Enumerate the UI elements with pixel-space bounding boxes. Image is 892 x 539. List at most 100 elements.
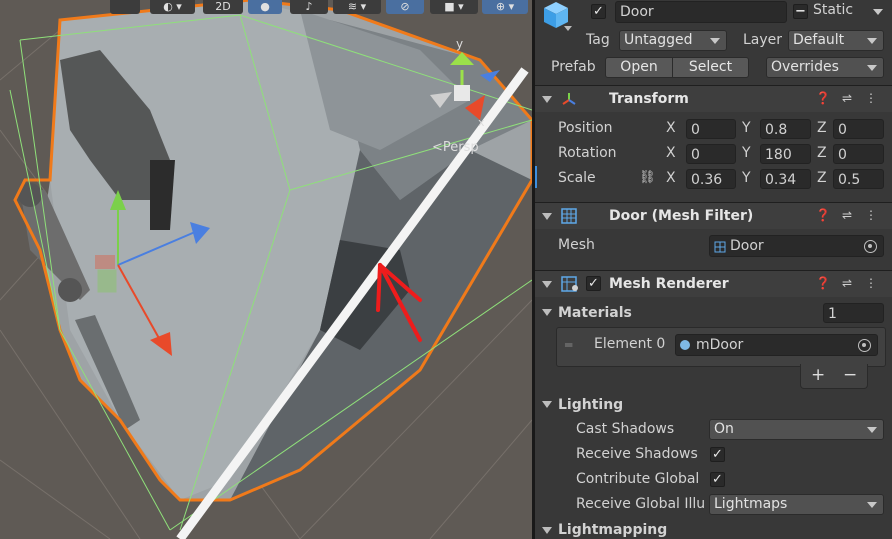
scene-view[interactable]: ◐ ▾ 2D ● ♪ ≋ ▾ ⊘ ■ ▾ ⊕ ▾ <Persp y x: [0, 0, 532, 539]
layer-dropdown[interactable]: Default: [788, 30, 884, 51]
icon-dropdown-icon[interactable]: [564, 26, 572, 31]
active-checkbox[interactable]: ✓: [591, 4, 606, 19]
eye-off-icon: ⊘: [400, 0, 410, 13]
transform-header[interactable]: Transform ❓ ⇌ ⋮: [535, 85, 892, 112]
lightmapping-foldout-icon[interactable]: [542, 527, 552, 534]
contribute-gi-checkbox[interactable]: ✓: [710, 472, 725, 487]
gizmo-toggle-button[interactable]: [110, 0, 140, 14]
object-name-field[interactable]: Door: [615, 1, 787, 23]
camera-settings-button[interactable]: ■ ▾: [430, 0, 478, 14]
chevron-down-icon: [867, 427, 877, 433]
presets-icon[interactable]: ⇌: [835, 276, 859, 290]
chevron-down-icon: [710, 38, 720, 44]
scale-z-field[interactable]: 0.5: [833, 169, 884, 189]
mesh-filter-title: Door (Mesh Filter): [609, 208, 754, 224]
prefab-select-button[interactable]: Select: [672, 57, 749, 78]
scale-y-field[interactable]: 0.34: [760, 169, 811, 189]
chevron-down-icon: [867, 502, 877, 508]
transform-title: Transform: [609, 91, 689, 107]
help-icon[interactable]: ❓: [811, 276, 835, 290]
object-picker-icon[interactable]: [858, 339, 871, 352]
list-footer: + −: [800, 364, 868, 389]
mesh-filter-header[interactable]: Door (Mesh Filter) ❓ ⇌ ⋮: [535, 202, 892, 229]
foldout-arrow-icon[interactable]: [542, 281, 552, 288]
rotation-y-field[interactable]: 180: [760, 144, 811, 164]
help-icon[interactable]: ❓: [811, 91, 835, 105]
static-checkbox[interactable]: −: [793, 4, 808, 19]
position-y-field[interactable]: 0.8: [760, 119, 811, 139]
mesh-renderer-header[interactable]: ✓ Mesh Renderer ❓ ⇌ ⋮: [535, 270, 892, 297]
drag-handle-icon[interactable]: ═: [565, 338, 572, 352]
position-z-field[interactable]: 0: [833, 119, 884, 139]
mesh-object-field[interactable]: Door: [709, 235, 884, 257]
globe-icon: ⊕ ▾: [495, 0, 515, 13]
audio-mute-icon: ♪: [305, 0, 313, 13]
2d-mode-button[interactable]: 2D: [203, 0, 243, 14]
scale-x-field[interactable]: 0.36: [686, 169, 736, 189]
context-menu-icon[interactable]: ⋮: [859, 208, 883, 222]
x-axis-label[interactable]: X: [666, 170, 676, 186]
constrain-proportions-icon[interactable]: ⛓: [639, 170, 656, 185]
lighting-foldout-icon[interactable]: [542, 401, 552, 408]
cast-shadows-label: Cast Shadows: [576, 421, 675, 437]
projection-label[interactable]: <Persp: [432, 140, 479, 155]
chevron-down-icon: [867, 65, 877, 71]
context-menu-icon[interactable]: ⋮: [859, 91, 883, 105]
cast-shadows-dropdown[interactable]: On: [709, 419, 884, 440]
cast-shadows-value: On: [714, 421, 734, 437]
material-object-field[interactable]: mDoor: [675, 334, 878, 356]
mesh-label: Mesh: [558, 237, 595, 253]
chevron-down-icon: [867, 38, 877, 44]
rotation-x-field[interactable]: 0: [686, 144, 736, 164]
z-axis-label[interactable]: Z: [817, 145, 827, 161]
foldout-arrow-icon[interactable]: [542, 96, 552, 103]
effects-icon: ≋ ▾: [347, 0, 367, 13]
prefab-open-button[interactable]: Open: [605, 57, 673, 78]
presets-icon[interactable]: ⇌: [835, 91, 859, 105]
receive-shadows-label: Receive Shadows: [576, 446, 698, 462]
materials-foldout-icon[interactable]: [542, 309, 552, 316]
receive-gi-label: Receive Global Illu: [576, 496, 706, 512]
light-bulb-icon: ●: [260, 0, 270, 13]
prefab-overrides-dropdown[interactable]: Overrides: [766, 57, 884, 78]
gizmos-menu-button[interactable]: ⊕ ▾: [482, 0, 528, 14]
prefab-label: Prefab: [551, 59, 596, 75]
z-axis-label[interactable]: Z: [817, 170, 827, 186]
scene-canvas[interactable]: [0, 0, 532, 539]
scene-visibility-button[interactable]: ⊘: [386, 0, 424, 14]
rotation-z-field[interactable]: 0: [833, 144, 884, 164]
y-axis-label[interactable]: Y: [742, 120, 751, 136]
tag-dropdown[interactable]: Untagged: [619, 30, 727, 51]
scene-toolbar: ◐ ▾ 2D ● ♪ ≋ ▾ ⊘ ■ ▾ ⊕ ▾: [0, 0, 532, 16]
mesh-grid-icon: [561, 208, 577, 228]
lighting-toggle-button[interactable]: ●: [248, 0, 282, 14]
remove-element-button[interactable]: −: [843, 365, 857, 385]
z-axis-label[interactable]: Z: [817, 120, 827, 136]
mesh-renderer-enabled-checkbox[interactable]: ✓: [586, 276, 601, 291]
camera-icon: ■ ▾: [444, 0, 464, 13]
position-x-field[interactable]: 0: [686, 119, 736, 139]
x-axis-label[interactable]: X: [666, 120, 676, 136]
x-axis-label[interactable]: X: [666, 145, 676, 161]
material-value: mDoor: [696, 337, 744, 353]
y-axis-label[interactable]: Y: [742, 145, 751, 161]
shading-icon: ◐ ▾: [163, 0, 182, 13]
add-element-button[interactable]: +: [811, 365, 825, 385]
foldout-arrow-icon[interactable]: [542, 213, 552, 220]
context-menu-icon[interactable]: ⋮: [859, 276, 883, 290]
y-axis-label[interactable]: Y: [742, 170, 751, 186]
object-picker-icon[interactable]: [864, 240, 877, 253]
effects-toggle-button[interactable]: ≋ ▾: [333, 0, 381, 14]
materials-count-field[interactable]: 1: [823, 303, 884, 323]
static-dropdown-icon[interactable]: [873, 9, 883, 15]
audio-toggle-button[interactable]: ♪: [290, 0, 328, 14]
help-icon[interactable]: ❓: [811, 208, 835, 222]
overrides-label: Overrides: [771, 59, 839, 75]
shading-mode-button[interactable]: ◐ ▾: [150, 0, 195, 14]
presets-icon[interactable]: ⇌: [835, 208, 859, 222]
gizmo-x-label: x: [478, 116, 485, 129]
lightmapping-label: Lightmapping: [558, 522, 668, 538]
receive-gi-dropdown[interactable]: Lightmaps: [709, 494, 884, 515]
contribute-gi-label: Contribute Global: [576, 471, 700, 487]
receive-shadows-checkbox[interactable]: ✓: [710, 447, 725, 462]
